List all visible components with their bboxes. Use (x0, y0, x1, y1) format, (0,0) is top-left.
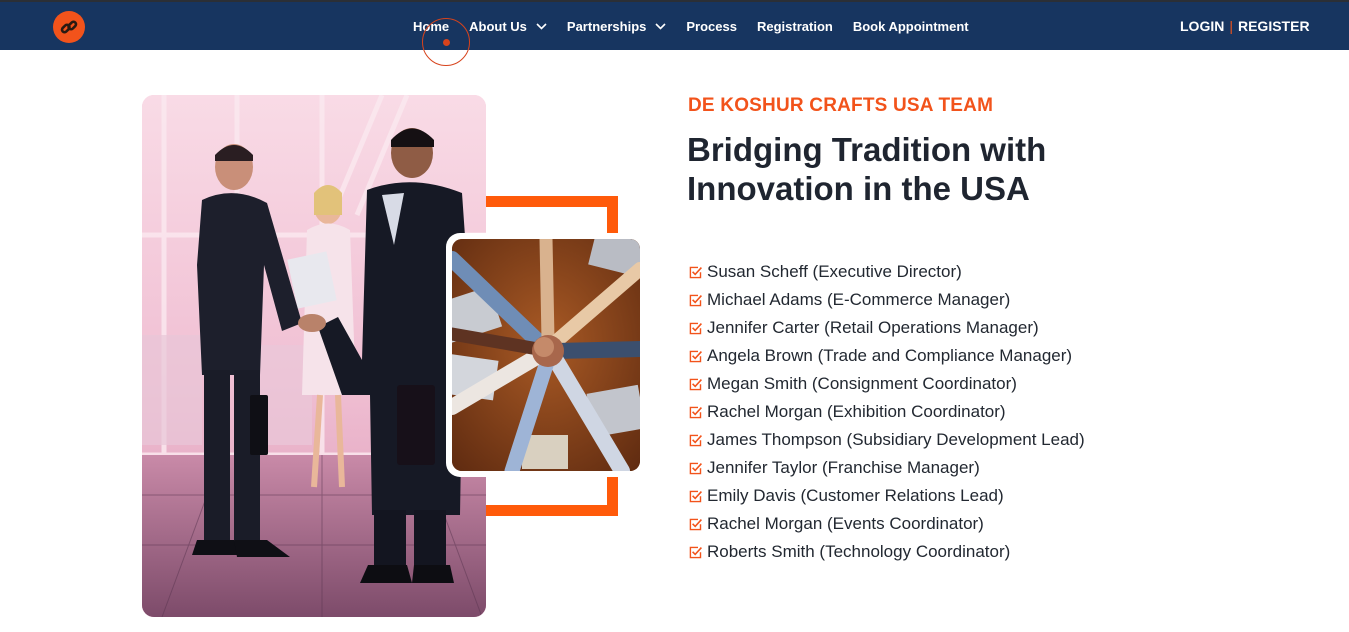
team-member-text: Jennifer Carter (Retail Operations Manag… (707, 318, 1039, 337)
team-member-text: Emily Davis (Customer Relations Lead) (707, 486, 1004, 505)
check-square-icon (689, 294, 702, 306)
check-square-icon (689, 518, 702, 530)
team-member-text: James Thompson (Subsidiary Development L… (707, 430, 1085, 449)
team-member-item: Michael Adams (E-Commerce Manager) (688, 286, 1085, 314)
check-square-icon (689, 378, 702, 390)
nav-process-label: Process (686, 18, 737, 34)
team-member-text: Roberts Smith (Technology Coordinator) (707, 542, 1011, 561)
team-member-text: Michael Adams (E-Commerce Manager) (707, 290, 1011, 309)
team-member-text: Megan Smith (Consignment Coordinator) (707, 374, 1017, 393)
nav-registration-label: Registration (756, 18, 833, 34)
nav-registration[interactable]: Registration (757, 19, 833, 34)
section-heading: Bridging Tradition with Innovation in th… (687, 131, 1047, 207)
nav-about-us-label: About Us (469, 18, 527, 34)
team-member-text: Rachel Morgan (Events Coordinator) (707, 514, 984, 533)
auth-separator: | (1229, 18, 1233, 34)
team-member-item: Susan Scheff (Executive Director) (688, 258, 1085, 286)
team-member-list: Susan Scheff (Executive Director) Michael… (688, 258, 1085, 566)
chevron-down-icon (536, 22, 547, 30)
check-square-icon (689, 434, 702, 446)
site-logo[interactable] (53, 11, 85, 43)
team-member-item: Jennifer Carter (Retail Operations Manag… (688, 314, 1085, 342)
chevron-down-icon (655, 22, 666, 30)
team-member-item: Rachel Morgan (Events Coordinator) (688, 510, 1085, 538)
team-member-item: Rachel Morgan (Exhibition Coordinator) (688, 398, 1085, 426)
team-member-item: James Thompson (Subsidiary Development L… (688, 426, 1085, 454)
login-link[interactable]: LOGIN (1180, 18, 1224, 34)
team-member-item: Jennifer Taylor (Franchise Manager) (688, 454, 1085, 482)
team-member-text: Susan Scheff (Executive Director) (707, 262, 962, 281)
team-member-item: Roberts Smith (Technology Coordinator) (688, 538, 1085, 566)
check-square-icon (689, 266, 702, 278)
check-square-icon (689, 546, 702, 558)
check-square-icon (689, 406, 702, 418)
nav-process[interactable]: Process (686, 19, 737, 34)
team-member-item: Angela Brown (Trade and Compliance Manag… (688, 342, 1085, 370)
navbar: Home About Us Partnerships Process Regis… (0, 2, 1349, 50)
check-square-icon (689, 350, 702, 362)
auth-links: LOGIN | REGISTER (1180, 2, 1310, 50)
main-nav: Home About Us Partnerships Process Regis… (413, 2, 969, 50)
nav-partnerships-label: Partnerships (566, 18, 647, 34)
team-member-text: Rachel Morgan (Exhibition Coordinator) (707, 402, 1006, 421)
cursor-dot (443, 39, 450, 46)
check-square-icon (689, 322, 702, 334)
nav-about-us[interactable]: About Us (469, 19, 547, 34)
team-member-item: Emily Davis (Customer Relations Lead) (688, 482, 1085, 510)
nav-partnerships[interactable]: Partnerships (567, 19, 666, 34)
team-hands-stacked-photo (446, 233, 646, 477)
business-handshake-photo (142, 95, 486, 617)
register-link[interactable]: REGISTER (1238, 18, 1310, 34)
nav-book-appointment-label: Book Appointment (852, 18, 969, 34)
link-chain-icon (60, 20, 78, 34)
team-member-text: Jennifer Taylor (Franchise Manager) (707, 458, 980, 477)
check-square-icon (689, 462, 702, 474)
check-square-icon (689, 490, 702, 502)
team-member-item: Megan Smith (Consignment Coordinator) (688, 370, 1085, 398)
team-member-text: Angela Brown (Trade and Compliance Manag… (707, 346, 1073, 365)
section-eyebrow: DE KOSHUR CRAFTS USA TEAM (688, 95, 994, 116)
nav-book-appointment[interactable]: Book Appointment (853, 19, 969, 34)
